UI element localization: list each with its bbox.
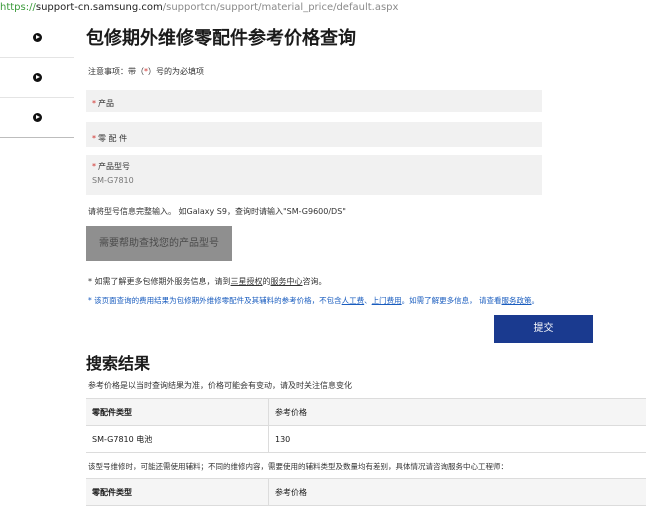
service-info: * 如需了解更多包修期外服务信息，请到三星授权的服务中心咨询。 [88,276,327,287]
notice-prefix: 注意事项：带（ [88,67,144,76]
model-input[interactable]: * 产品型号 SM-G7810 [86,155,542,195]
header-ref-price: 参考价格 [268,398,646,426]
arrow-right-circle-icon [33,73,42,82]
info2-text2: 。如需了解更多信息， 请查看 [401,296,502,305]
model-label-text: 产品型号 [98,162,130,171]
service-policy-link[interactable]: 服务政策 [502,296,532,305]
sidebar-item-3[interactable] [0,98,74,138]
model-label: * 产品型号 [92,161,130,172]
arrow-right-circle-icon [33,113,42,122]
product-required-star: * [92,99,96,108]
sidebar [0,18,74,140]
header-part-type: 零配件类型 [86,398,269,426]
sidebar-item-1[interactable] [0,18,74,58]
address-bar[interactable]: https://support-cn.samsung.com/supportcn… [0,0,650,18]
part-required-star: * [92,134,96,143]
model-required-star: * [92,162,96,171]
table-header-row: 零配件类型 参考价格 [86,398,646,426]
info1-mid: 的 [262,277,271,286]
find-model-help-button[interactable]: 需要帮助查找您的产品型号 [86,226,232,261]
model-hint: 请将型号信息完整输入。 如Galaxy S9，查询时请输入"SM-G9600/D… [88,207,346,216]
arrow-right-circle-icon [33,33,42,42]
info1-suffix: 咨询。 [302,277,327,286]
header-part-type: 零配件类型 [86,478,269,506]
results-table: 零配件类型 参考价格 SM-G7810 电池 130 [86,398,646,453]
authorized-link[interactable]: 三星授权 [231,277,263,286]
url-scheme: https:// [0,2,36,13]
info2-text3: 。 [531,296,540,305]
info2-text1: * 该页面查询的费用结果为包修期外维修零配件及其辅料的参考价格，不包含 [88,296,342,305]
service-center-link[interactable]: 服务中心 [271,277,303,286]
results-title: 搜索结果 [86,354,151,373]
submit-button[interactable]: 提交 [494,315,593,343]
cell-ref-price: 130 [268,425,646,453]
product-select[interactable]: * 产品 [86,90,542,112]
page-title: 包修期外维修零配件参考价格查询 [86,28,356,49]
part-label: * 零 配 件 [92,133,127,144]
sidebar-item-2[interactable] [0,58,74,98]
info1-prefix: * 如需了解更多包修期外服务信息，请到 [88,277,231,286]
price-disclaimer: * 该页面查询的费用结果为包修期外维修零配件及其辅料的参考价格，不包含人工费、上… [88,295,539,306]
url-host: support-cn.samsung.com [35,2,163,13]
product-label: * 产品 [92,98,114,109]
visit-fee-link[interactable]: 上门费用 [372,296,402,305]
accessory-table: 零配件类型 参考价格 [86,478,646,506]
header-ref-price: 参考价格 [268,478,646,506]
part-select[interactable]: * 零 配 件 [86,122,542,147]
labor-fee-link[interactable]: 人工费 [342,296,365,305]
table-header-row: 零配件类型 参考价格 [86,478,646,506]
notice-suffix: ）号的为必填项 [148,67,204,76]
url-path: /supportcn/support/material_price/defaul… [162,2,399,13]
required-notice: 注意事项：带（*）号的为必填项 [88,66,204,77]
results-note: 参考价格是以当时查询结果为准，价格可能会有变动，请及时关注信息变化 [88,381,352,390]
table-row: SM-G7810 电池 130 [86,425,646,453]
cell-part-type: SM-G7810 电池 [86,425,269,453]
info2-sep: 、 [364,296,372,305]
part-label-text: 零 配 件 [98,134,128,143]
product-label-text: 产品 [98,99,114,108]
model-value: SM-G7810 [92,176,134,185]
accessory-note: 该型号维修时，可能还需使用辅料；不同的维修内容，需要使用的辅料类型及数量均有差别… [88,462,508,471]
